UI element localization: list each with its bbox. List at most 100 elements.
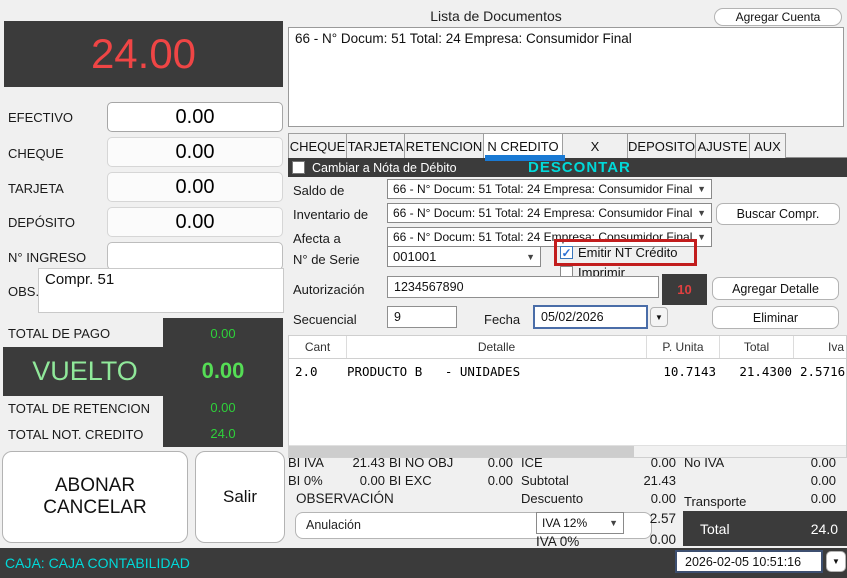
agregar-detalle-label: Agregar Detalle <box>732 281 819 296</box>
bi-exc-label: BI EXC <box>389 473 432 488</box>
no-iva-label: No IVA <box>684 455 725 470</box>
buscar-compr-button[interactable]: Buscar Compr. <box>716 203 840 225</box>
saldo-de-combo[interactable]: 66 - N° Docum: 51 Total: 24 Empresa: Con… <box>387 179 712 199</box>
ingreso-label: N° INGRESO <box>8 250 87 265</box>
datetime-input[interactable]: 2026-02-05 10:51:16 <box>675 550 823 573</box>
check-icon: ✓ <box>561 245 572 260</box>
ice-value: 0.00 <box>650 455 676 470</box>
emitir-nt-checkbox[interactable]: ✓ <box>560 246 573 259</box>
no-iva-value: 0.00 <box>810 455 836 470</box>
caja-status-label: CAJA: CAJA CONTABILIDAD <box>5 555 190 571</box>
autorizacion-length-value: 10 <box>677 282 692 297</box>
fecha-input[interactable] <box>533 305 648 329</box>
chevron-down-icon: ▼ <box>526 251 535 262</box>
eliminar-button[interactable]: Eliminar <box>712 306 839 329</box>
descontar-label: DESCONTAR <box>528 159 631 176</box>
secuencial-label: Secuencial <box>293 312 357 327</box>
row-iva: 2.5716 <box>800 364 846 379</box>
amount-value: 24.00 <box>90 30 197 77</box>
chevron-down-icon: ▼ <box>655 312 663 322</box>
abonar-line: ABONAR <box>54 475 136 496</box>
extra-value: 0.00 <box>810 473 836 488</box>
serie-value: 001001 <box>393 249 437 264</box>
serie-label: N° de Serie <box>293 252 360 267</box>
tab-retencion[interactable]: RETENCION <box>404 133 484 158</box>
total-box: Total 24.0 <box>683 511 847 546</box>
iva0-label: IVA 0% <box>536 534 580 549</box>
bi-0-label: BI 0% <box>288 473 323 488</box>
vuelto-label: VUELTO <box>32 356 138 386</box>
obs-textarea[interactable]: Compr. 51 <box>38 268 284 313</box>
iva12-value: 2.57 <box>649 511 676 526</box>
col-total: Total <box>720 336 794 358</box>
agregar-cuenta-label: Agregar Cuenta <box>735 10 821 24</box>
bi-exc-value: 0.00 <box>487 473 513 488</box>
efectivo-input[interactable] <box>107 102 283 132</box>
row-cant: 2.0 <box>295 364 318 379</box>
total-credito-value: 24.0 <box>210 426 236 441</box>
autorizacion-label: Autorización <box>293 282 365 297</box>
tab-x-cobrar[interactable]: X COBRAR <box>562 133 628 179</box>
total-retencion-label: TOTAL DE RETENCION <box>8 401 151 416</box>
datetime-dropdown-button[interactable]: ▼ <box>826 551 846 572</box>
iva12-combo-value: IVA 12% <box>542 516 588 530</box>
total-pago-label: TOTAL DE PAGO <box>8 326 111 341</box>
tab-cheque[interactable]: CHEQUE <box>288 133 347 158</box>
ingreso-input[interactable] <box>107 242 283 270</box>
chevron-down-icon: ▼ <box>697 208 706 218</box>
deposito-label: DEPÓSITO <box>8 215 75 230</box>
col-iva: Iva <box>827 340 844 354</box>
col-p-unita: P. Unita <box>647 336 720 358</box>
tab-deposito[interactable]: DEPOSITO <box>627 133 696 158</box>
descuento-value: 0.00 <box>650 491 676 506</box>
bi-iva-label: BI IVA <box>288 455 324 470</box>
total-label: Total <box>700 521 730 537</box>
transporte-label: Transporte <box>684 494 747 509</box>
deposito-input[interactable] <box>107 207 283 237</box>
documents-title: Lista de Documentos <box>430 8 562 24</box>
cambiar-debito-checkbox[interactable] <box>292 161 305 174</box>
total-pago-value: 0.00 <box>210 326 236 341</box>
inventario-de-value: 66 - N° Docum: 51 Total: 24 Empresa: Con… <box>393 206 693 220</box>
tab-ajuste[interactable]: AJUSTE <box>695 133 750 158</box>
emitir-nt-highlight-frame: ✓ Emitir NT Crédito <box>554 239 697 266</box>
agregar-cuenta-button[interactable]: Agregar Cuenta <box>714 8 842 26</box>
table-row[interactable]: 2.0 PRODUCTO B - UNIDADES 10.7143 21.430… <box>289 359 846 379</box>
tarjeta-label: TARJETA <box>8 181 64 196</box>
active-tab-indicator <box>485 155 565 161</box>
afecta-a-label: Afecta a <box>293 231 341 246</box>
saldo-de-label: Saldo de <box>293 183 345 198</box>
efectivo-label: EFECTIVO <box>8 110 74 125</box>
detail-table-header: Cant Detalle P. Unita Total Iva <box>289 336 846 359</box>
pos-window: 24.00 EFECTIVO CHEQUE TARJETA DEPÓSITO N… <box>0 0 847 578</box>
tab-aux[interactable]: AUX <box>749 133 786 158</box>
bi-no-obj-value: 0.00 <box>487 455 513 470</box>
col-cant: Cant <box>289 336 347 358</box>
total-value: 24.0 <box>810 521 838 537</box>
abonar-cancelar-button[interactable]: ABONAR CANCELAR <box>2 451 188 543</box>
cancelar-line: CANCELAR <box>43 497 147 518</box>
salir-label: Salir <box>222 487 257 506</box>
cheque-input[interactable] <box>107 137 283 167</box>
secuencial-input[interactable] <box>387 306 457 328</box>
fecha-dropdown-button[interactable]: ▼ <box>650 307 668 327</box>
document-list-item[interactable]: 66 - N° Docum: 51 Total: 24 Empresa: Con… <box>289 28 843 49</box>
tab-tarjeta[interactable]: TARJETA <box>346 133 405 158</box>
tarjeta-input[interactable] <box>107 172 283 202</box>
inventario-de-combo[interactable]: 66 - N° Docum: 51 Total: 24 Empresa: Con… <box>387 203 712 223</box>
saldo-de-value: 66 - N° Docum: 51 Total: 24 Empresa: Con… <box>393 182 693 196</box>
salir-button[interactable]: Salir <box>195 451 285 543</box>
inventario-de-label: Inventario de <box>293 207 369 222</box>
documents-list: 66 - N° Docum: 51 Total: 24 Empresa: Con… <box>288 27 844 127</box>
agregar-detalle-button[interactable]: Agregar Detalle <box>712 277 839 300</box>
observacion-label: OBSERVACIÓN <box>296 491 394 506</box>
buscar-compr-label: Buscar Compr. <box>736 207 820 221</box>
chevron-down-icon: ▼ <box>697 184 706 194</box>
obs-label: OBS. <box>8 284 40 299</box>
payment-tabs: CHEQUE TARJETA RETENCION N CREDITO X COB… <box>288 133 847 179</box>
autorizacion-input[interactable] <box>387 276 659 298</box>
serie-combo[interactable]: 001001 ▼ <box>387 246 541 267</box>
iva0-value: 0.00 <box>649 532 676 547</box>
transporte-value: 0.00 <box>810 491 836 506</box>
ice-label: ICE <box>521 455 543 470</box>
